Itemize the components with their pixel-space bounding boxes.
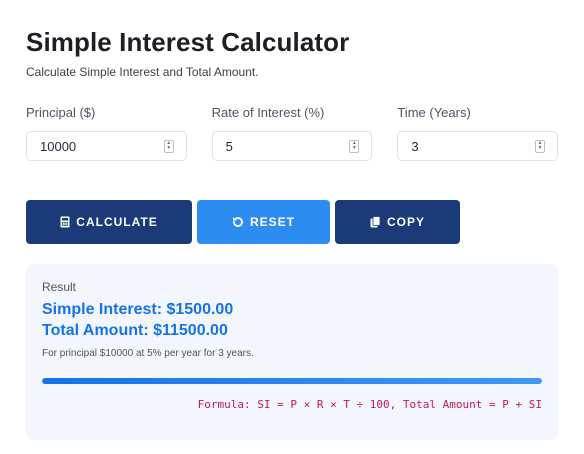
progress-bar xyxy=(42,378,542,384)
action-buttons: CALCULATE RESET COPY xyxy=(26,200,558,244)
time-input-box[interactable]: ▲▼ xyxy=(397,131,559,161)
principal-spinner-icon[interactable]: ▲ ▼ xyxy=(163,139,174,153)
calculator-icon xyxy=(60,216,70,228)
formula-text: Formula: SI = P × R × T ÷ 100, Total Amo… xyxy=(197,398,542,411)
rate-label: Rate of Interest (%) xyxy=(211,105,325,120)
progress-bar-fill xyxy=(42,378,542,384)
result-note: For principal $10000 at 5% per year for … xyxy=(42,348,254,359)
input-fields: Principal ($) ▲▼ Rate of Interest (%) ▲▼… xyxy=(26,104,559,161)
result-label: Result xyxy=(42,280,77,294)
time-input[interactable] xyxy=(411,138,512,154)
reset-button[interactable]: RESET xyxy=(197,200,330,244)
reset-button-label: RESET xyxy=(249,215,295,229)
time-spinner-icon[interactable]: ▲ ▼ xyxy=(535,139,546,153)
result-panel: Result Simple Interest: $1500.00 Total A… xyxy=(26,264,558,440)
time-field-group: Time (Years) ▲▼ xyxy=(397,104,559,161)
principal-label: Principal ($) xyxy=(26,105,96,120)
calculate-button[interactable]: CALCULATE xyxy=(26,200,192,244)
rate-input[interactable] xyxy=(225,138,326,154)
principal-field-group: Principal ($) ▲▼ xyxy=(26,104,187,161)
rate-field-group: Rate of Interest (%) ▲▼ xyxy=(211,104,373,161)
rate-input-box[interactable]: ▲▼ xyxy=(211,131,373,161)
calculator-card: Simple Interest Calculator Calculate Sim… xyxy=(0,0,584,454)
principal-input[interactable] xyxy=(40,138,140,154)
copy-icon xyxy=(370,216,381,228)
copy-button[interactable]: COPY xyxy=(335,200,460,244)
simple-interest-value: Simple Interest: $1500.00 xyxy=(42,301,234,318)
time-label: Time (Years) xyxy=(397,105,471,120)
rate-spinner-icon[interactable]: ▲ ▼ xyxy=(349,139,360,153)
page-title: Simple Interest Calculator xyxy=(26,27,350,57)
page-subtitle: Calculate Simple Interest and Total Amou… xyxy=(26,65,259,79)
total-amount-value: Total Amount: $11500.00 xyxy=(42,322,228,339)
undo-icon xyxy=(232,217,243,227)
principal-input-box[interactable]: ▲▼ xyxy=(26,131,187,161)
copy-button-label: COPY xyxy=(386,215,425,229)
calculate-button-label: CALCULATE xyxy=(76,215,158,229)
